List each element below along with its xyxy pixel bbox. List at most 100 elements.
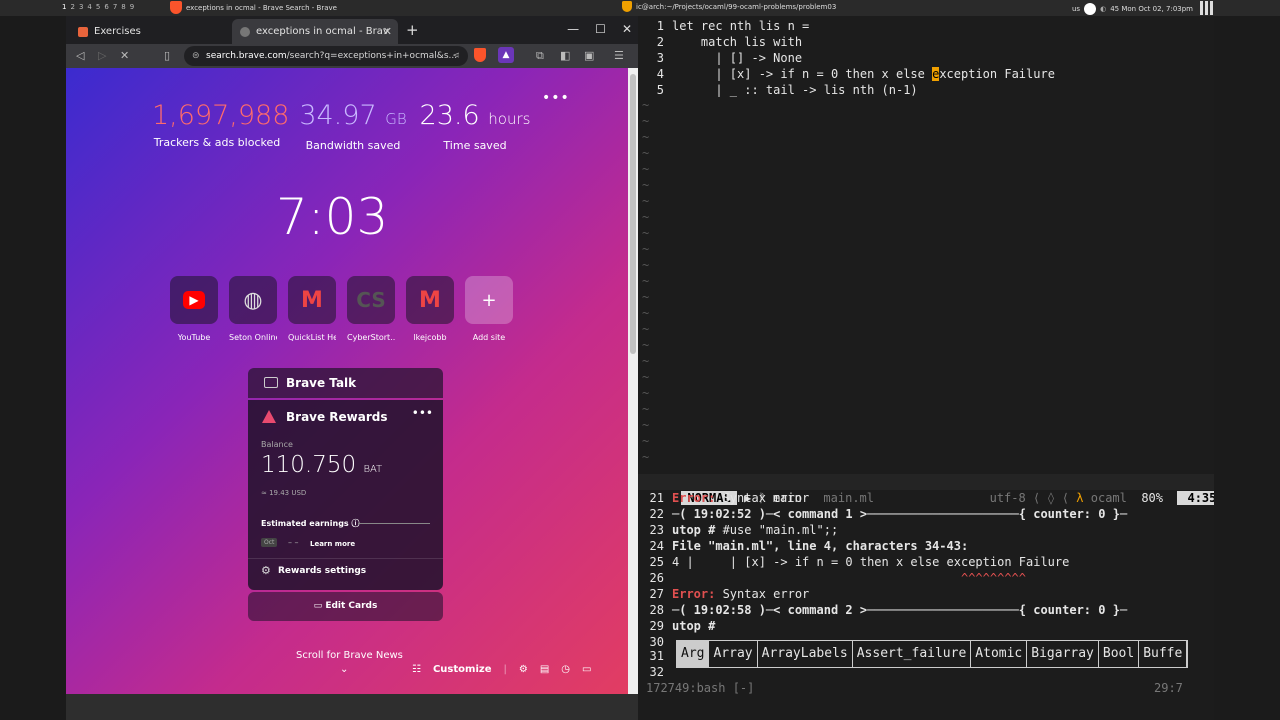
workspace-6[interactable]: 6 [104, 3, 112, 11]
scroll-for-news[interactable]: Scroll for Brave News [296, 650, 403, 661]
camera-icon [264, 377, 278, 388]
completion-item[interactable]: Atomic [971, 641, 1028, 667]
editor-line: 2 match lis with [638, 34, 802, 50]
brave-talk-title: Brave Talk [286, 376, 357, 390]
completion-item[interactable]: Bool [1099, 641, 1140, 667]
tab-brave-search[interactable]: exceptions in ocmal - Brav ✕ [232, 19, 398, 44]
completion-item[interactable]: Bigarray [1027, 641, 1099, 667]
completion-item[interactable]: Array [709, 641, 758, 667]
app-grid-icon[interactable] [1200, 1, 1214, 15]
top-site[interactable]: CS CyberStort... [347, 276, 395, 342]
close-icon[interactable]: ✕ [622, 22, 632, 36]
repl-line: 24 File "main.ml", line 4, characters 34-… [638, 538, 969, 554]
prompt: ─( 19:02:58 )─< command 2 >─────────────… [672, 603, 1128, 617]
brave-rewards-icon[interactable]: ▲ [498, 47, 514, 63]
workspace-2[interactable]: 2 [70, 3, 78, 11]
right-window-title-text: ic@arch:~/Projects/ocaml/99-ocaml-proble… [636, 2, 837, 11]
share-icon[interactable]: ⋖ [452, 46, 460, 66]
workspace-list[interactable]: 123456789 [62, 3, 138, 11]
top-site-label: Seton Online [229, 333, 277, 342]
menu-icon[interactable]: ☰ [614, 49, 624, 62]
workspace-9[interactable]: 9 [130, 3, 138, 11]
window-manager-bar: 123456789 exceptions in ocmal - Brave Se… [0, 0, 1280, 16]
divider [358, 523, 430, 524]
tilde-line: ~ [642, 146, 650, 160]
prompt: File "main.ml", line 4, characters 34-43… [672, 539, 969, 553]
customize-icon[interactable]: ☷ [412, 664, 421, 675]
brave-shields-icon[interactable] [474, 48, 486, 62]
minimize-icon[interactable]: — [567, 22, 579, 36]
top-site[interactable]: ◍ Seton Online [229, 276, 277, 342]
ntp-bottom-bar: ☷ Customize | ⚙ ▤ ◷ ▭ [412, 664, 591, 675]
repl-line: 26 ^^^^^^^^^ [638, 570, 1026, 586]
brave-tray-icon[interactable] [1084, 3, 1097, 15]
tilde-line: ~ [642, 194, 650, 208]
browser-window: Exercises exceptions in ocmal - Brav ✕ +… [66, 16, 638, 694]
sidebar-icon[interactable]: ◧ [560, 49, 570, 62]
completion-item[interactable]: Assert_failure [853, 641, 972, 667]
workspace-7[interactable]: 7 [113, 3, 121, 11]
workspace-4[interactable]: 4 [87, 3, 95, 11]
keyboard-layout[interactable]: us [1072, 5, 1080, 13]
terminal-window[interactable]: 1 let rec nth lis n = 2 match lis with 3 | … [638, 16, 1227, 720]
settings-icon[interactable]: ⚙ [519, 664, 528, 675]
top-site[interactable]: M QuickList He... [288, 276, 336, 342]
top-site[interactable]: Mlkejcobb [406, 276, 454, 342]
tmux-position: 29:7 [1154, 681, 1183, 695]
brave-icon [170, 1, 182, 14]
tilde-line: ~ [642, 354, 650, 368]
terminal-icon [622, 1, 632, 12]
top-sites: ▶YouTube◍Seton OnlineMQuickList He...CSC… [170, 276, 513, 342]
text: #use "main.ml";; [722, 523, 839, 537]
wallet-icon[interactable]: ▣ [584, 49, 594, 62]
site-info-icon[interactable]: ⊜ [192, 46, 200, 66]
brave-talk-card[interactable]: Brave Talk [248, 368, 443, 398]
tray-icon[interactable]: ◐ [1100, 5, 1106, 13]
scrollbar-thumb[interactable] [630, 74, 636, 354]
cs-icon: CS [347, 276, 395, 324]
right-margin [1214, 16, 1280, 720]
rewards-menu-icon[interactable]: ••• [412, 406, 433, 420]
divider: | [503, 664, 507, 675]
repl-line: 29 utop # [638, 618, 723, 634]
browser-toolbar: ◁ ▷ ✕ ▯ ⊜ search.brave.com/search?q=exce… [66, 44, 638, 68]
chevron-down-icon[interactable]: ⌄ [340, 664, 348, 675]
completion-item[interactable]: Buffe [1139, 641, 1188, 667]
completion-item[interactable]: ArrayLabels [758, 641, 853, 667]
learn-more-link[interactable]: Learn more [310, 540, 355, 548]
extensions-icon[interactable]: ⧉ [536, 49, 544, 63]
close-tab-icon[interactable]: ✕ [383, 25, 392, 38]
bookmarks-icon[interactable]: ▤ [540, 664, 549, 675]
repl-line: 32 [649, 665, 664, 679]
new-tab-button[interactable]: + [406, 21, 419, 39]
rewards-settings-link[interactable]: Rewards settings [278, 566, 366, 576]
forward-icon[interactable]: ▷ [98, 49, 106, 62]
top-site[interactable]: ▶ YouTube [170, 276, 218, 342]
desktop: 123456789 exceptions in ocmal - Brave Se… [0, 0, 1280, 720]
stat-value: 34.97 GB [299, 100, 407, 131]
tilde-line: ~ [642, 338, 650, 352]
maximize-icon[interactable]: ☐ [595, 22, 606, 36]
stat-label: Time saved [443, 139, 507, 152]
scrollbar[interactable] [628, 68, 638, 694]
rewards-logo-icon [262, 410, 276, 423]
stop-icon[interactable]: ✕ [120, 49, 129, 62]
back-icon[interactable]: ◁ [76, 49, 84, 62]
tab-exercises[interactable]: Exercises [70, 19, 230, 44]
video-icon[interactable]: ▭ [582, 664, 591, 675]
stat-value: 1,697,988 [152, 100, 290, 131]
completion-item[interactable]: Arg [677, 641, 710, 667]
workspace-8[interactable]: 8 [121, 3, 129, 11]
top-site[interactable]: + Add site [465, 276, 513, 342]
stats-menu-icon[interactable]: ••• [542, 90, 570, 106]
bookmark-icon[interactable]: ▯ [164, 49, 170, 62]
line-number: 29 [649, 619, 664, 633]
earnings-value: – – [288, 538, 299, 547]
address-bar[interactable]: ⊜ search.brave.com/search?q=exceptions+i… [184, 46, 468, 66]
customize-button[interactable]: Customize [433, 664, 492, 675]
edit-cards-button[interactable]: ▭ Edit Cards [248, 592, 443, 621]
repl-line: 25 4 | | [x] -> if n = 0 then x else exce… [638, 554, 1070, 570]
history-icon[interactable]: ◷ [561, 664, 570, 675]
file-type: ocaml [1090, 491, 1127, 505]
ntp-clock: 7:03 [276, 188, 389, 246]
